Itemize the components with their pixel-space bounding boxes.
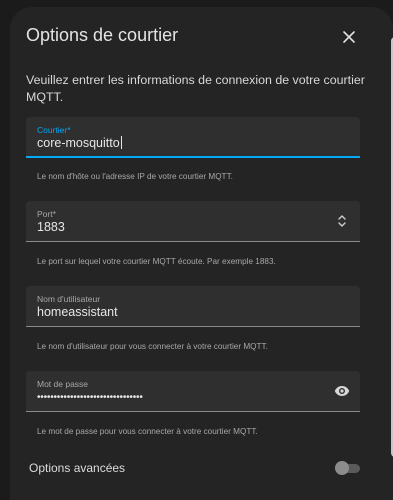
toggle-thumb <box>335 461 349 475</box>
close-button[interactable] <box>336 24 362 50</box>
username-input[interactable]: homeassistant <box>37 305 118 319</box>
text-cursor <box>120 136 122 149</box>
broker-helper-text: Le nom d'hôte ou l'adresse IP de votre c… <box>37 172 233 181</box>
username-field[interactable]: Nom d'utilisateur homeassistant <box>26 286 360 327</box>
broker-value: core-mosquitto <box>37 136 120 150</box>
port-label: Port* <box>37 209 56 219</box>
advanced-options-label: Options avancées <box>29 461 126 475</box>
password-label: Mot de passe <box>37 379 89 389</box>
spinner-arrows-icon <box>338 215 346 227</box>
port-field[interactable]: Port* 1883 <box>26 201 360 242</box>
broker-field[interactable]: Courtier* core-mosquitto <box>26 117 360 158</box>
show-password-button[interactable] <box>334 383 350 399</box>
close-icon <box>343 31 355 43</box>
dialog-title: Options de courtier <box>26 25 179 45</box>
broker-options-dialog: Options de courtier Veuillez entrer les … <box>10 7 393 500</box>
port-helper-text: Le port sur lequel votre courtier MQTT é… <box>37 257 276 266</box>
port-stepper[interactable] <box>334 213 350 229</box>
advanced-options-toggle[interactable] <box>335 461 361 475</box>
dialog-description: Veuillez entrer les informations de conn… <box>26 73 365 104</box>
eye-icon <box>334 386 350 396</box>
username-helper-text: Le nom d'utilisateur pour vous connecter… <box>37 342 268 351</box>
password-input[interactable]: •••••••••••••••••••••••••••••••• <box>37 392 143 403</box>
password-field[interactable]: Mot de passe •••••••••••••••••••••••••••… <box>26 371 360 412</box>
broker-input[interactable]: core-mosquitto <box>37 136 122 150</box>
broker-label: Courtier* <box>37 125 71 135</box>
dialog-content: Veuillez entrer les informations de conn… <box>10 59 380 500</box>
password-helper-text: Le mot de passe pour vous connecter à vo… <box>37 427 258 436</box>
port-input[interactable]: 1883 <box>37 220 65 234</box>
username-label: Nom d'utilisateur <box>37 294 101 304</box>
